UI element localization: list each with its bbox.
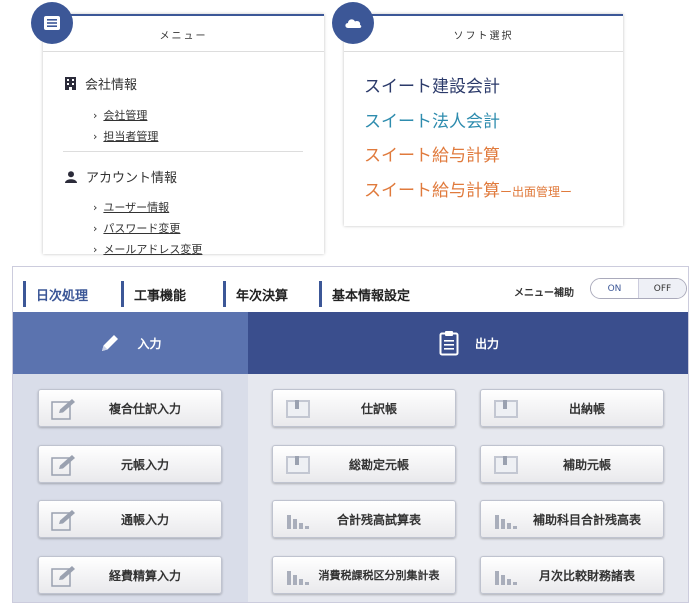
edit-icon bbox=[51, 455, 75, 476]
building-icon bbox=[65, 77, 76, 90]
button-label: 元帳入力 bbox=[120, 457, 169, 472]
software-title-divider bbox=[344, 51, 623, 52]
ledger-icon bbox=[286, 400, 310, 418]
bar-chart-icon bbox=[287, 571, 309, 585]
ledger-icon bbox=[286, 456, 310, 474]
toggle-on-option[interactable]: ON bbox=[591, 279, 639, 298]
software-item-label: スイート法人会計 bbox=[364, 112, 500, 132]
edit-icon bbox=[51, 566, 75, 587]
company-info-label: 会社情報 bbox=[85, 78, 138, 93]
edit-icon bbox=[51, 510, 75, 531]
staff-management-link[interactable]: 担当者管理 bbox=[93, 128, 158, 144]
menu-assist-toggle[interactable]: ON OFF bbox=[590, 278, 687, 299]
bar-chart-icon bbox=[287, 515, 309, 529]
input-column-title: 入力 bbox=[137, 336, 162, 351]
software-title: ソフト選択 bbox=[453, 31, 514, 42]
button-label: 合計残高試算表 bbox=[336, 512, 421, 527]
ledger-icon bbox=[494, 400, 518, 418]
software-item[interactable]: スイート給与計算ー出面管理ー bbox=[364, 176, 572, 201]
menu-assist-label: メニュー補助 bbox=[514, 288, 574, 299]
passbook-entry-button[interactable]: 通帳入力 bbox=[38, 500, 222, 538]
button-label: 通帳入力 bbox=[120, 512, 169, 527]
output-column-header: 出力 bbox=[248, 312, 688, 374]
ledger-icon bbox=[494, 456, 518, 474]
output-column-title: 出力 bbox=[474, 336, 499, 351]
menu-panel: メニュー 会社情報 会社管理 担当者管理 アカウント情報 ユーザー情報 パスワー… bbox=[43, 14, 324, 257]
software-panel: ソフト選択 スイート建設会計 スイート法人会計 スイート給与計算 スイート給与計… bbox=[344, 14, 623, 226]
clipboard-icon bbox=[439, 331, 459, 356]
subsidiary-trial-balance-button[interactable]: 補助科目合計残高表 bbox=[480, 500, 664, 538]
edit-icon bbox=[51, 399, 75, 420]
button-label: 総勘定元帳 bbox=[348, 457, 409, 472]
cash-book-button[interactable]: 出納帳 bbox=[480, 389, 664, 427]
menu-divider bbox=[63, 151, 303, 152]
menu-title-divider bbox=[43, 51, 324, 52]
monthly-comparison-statements-button[interactable]: 月次比較財務諸表 bbox=[480, 556, 664, 594]
button-label: 月次比較財務諸表 bbox=[538, 568, 635, 583]
button-label: 複合仕訳入力 bbox=[108, 401, 181, 416]
software-item-label: スイート建設会計 bbox=[364, 77, 500, 97]
button-label: 補助元帳 bbox=[562, 457, 611, 472]
menu-badge bbox=[31, 2, 73, 44]
software-item-suffix: ー出面管理ー bbox=[500, 185, 573, 199]
button-label: 仕訳帳 bbox=[360, 401, 397, 416]
bar-chart-icon bbox=[495, 571, 517, 585]
software-item-label: スイート給与計算 bbox=[364, 146, 500, 166]
button-label: 消費税課税区分別集計表 bbox=[318, 569, 440, 582]
ledger-entry-button[interactable]: 元帳入力 bbox=[38, 445, 222, 483]
trial-balance-button[interactable]: 合計残高試算表 bbox=[272, 500, 456, 538]
password-change-link[interactable]: パスワード変更 bbox=[93, 220, 180, 236]
button-label: 経費精算入力 bbox=[108, 568, 181, 583]
user-icon bbox=[65, 170, 77, 183]
subsidiary-ledger-button[interactable]: 補助元帳 bbox=[480, 445, 664, 483]
button-label: 出納帳 bbox=[568, 401, 605, 416]
toggle-off-option[interactable]: OFF bbox=[639, 279, 686, 298]
expense-settlement-entry-button[interactable]: 経費精算入力 bbox=[38, 556, 222, 594]
cloud-icon bbox=[345, 19, 362, 28]
menu-title: メニュー bbox=[159, 31, 208, 42]
tab-construction-functions[interactable]: 工事機能 bbox=[121, 281, 186, 307]
compound-journal-entry-button[interactable]: 複合仕訳入力 bbox=[38, 389, 222, 427]
software-item[interactable]: スイート給与計算 bbox=[364, 141, 500, 166]
account-info-label: アカウント情報 bbox=[86, 171, 178, 186]
user-info-link[interactable]: ユーザー情報 bbox=[93, 199, 169, 215]
tab-daily-processing[interactable]: 日次処理 bbox=[23, 281, 88, 307]
pencil-icon bbox=[102, 335, 119, 351]
bar-chart-icon bbox=[495, 515, 517, 529]
list-icon bbox=[44, 16, 60, 30]
general-ledger-button[interactable]: 総勘定元帳 bbox=[272, 445, 456, 483]
software-item[interactable]: スイート法人会計 bbox=[364, 107, 500, 132]
input-column-header: 入力 bbox=[13, 312, 248, 374]
software-item-label: スイート給与計算 bbox=[364, 181, 500, 201]
company-info-heading: 会社情報 bbox=[65, 74, 137, 93]
journal-book-button[interactable]: 仕訳帳 bbox=[272, 389, 456, 427]
account-info-heading: アカウント情報 bbox=[65, 167, 177, 186]
company-management-link[interactable]: 会社管理 bbox=[93, 107, 147, 123]
consumption-tax-summary-button[interactable]: 消費税課税区分別集計表 bbox=[272, 556, 456, 594]
software-item[interactable]: スイート建設会計 bbox=[364, 72, 500, 97]
tab-annual-closing[interactable]: 年次決算 bbox=[223, 281, 288, 307]
email-change-link[interactable]: メールアドレス変更 bbox=[93, 241, 202, 257]
main-menu-section: 日次処理 工事機能 年次決算 基本情報設定 メニュー補助 ON OFF 入力 出… bbox=[12, 266, 689, 603]
button-label: 補助科目合計残高表 bbox=[532, 512, 641, 527]
tab-basic-settings[interactable]: 基本情報設定 bbox=[319, 281, 410, 307]
software-badge bbox=[332, 2, 374, 44]
